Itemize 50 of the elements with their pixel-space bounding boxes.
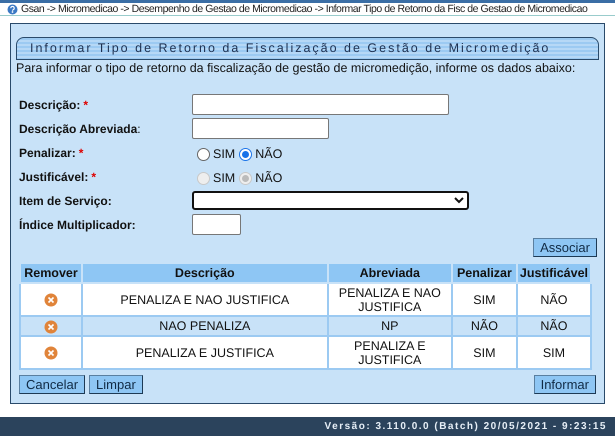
label-colon: : — [137, 120, 141, 138]
input-field[interactable] — [192, 214, 241, 235]
required-mark: * — [78, 144, 84, 162]
remove-icon[interactable] — [44, 293, 58, 308]
chevron-icon — [454, 197, 464, 204]
table-cell: PENALIZA E NAO JUSTIFICA — [328, 283, 452, 316]
intro-text: Para informar o tipo de retorno da fiscalização de gestão de micromedição, informe os dados abaixo: — [16, 62, 576, 74]
column-header: Penalizar — [452, 262, 517, 284]
table-cell: NAO PENALIZA — [82, 316, 328, 336]
radio-button[interactable] — [197, 148, 210, 160]
table-cell: SIM — [516, 336, 591, 370]
form-button[interactable]: Limpar — [89, 375, 143, 394]
table-cell: NÃO — [516, 283, 591, 316]
remove-icon[interactable] — [44, 346, 58, 360]
radio-label: NÃO — [255, 170, 282, 187]
title-bar: Informar Tipo de Retorno da Fiscalização de Gestão de Micromedição — [16, 37, 599, 60]
input-field[interactable] — [192, 94, 449, 115]
table-cell: PENALIZA E JUSTIFICA — [328, 336, 452, 370]
field-label: Justificável: — [19, 168, 88, 186]
column-header: Remover — [20, 262, 82, 284]
field-label: Item de Serviço: — [19, 192, 112, 210]
field-label: Descrição: — [19, 96, 80, 114]
radio-button[interactable] — [239, 148, 252, 160]
input-field[interactable] — [192, 118, 329, 139]
column-header: Abreviada — [328, 262, 452, 284]
table-cell: NÃO — [516, 316, 591, 336]
table-cell: NP — [328, 316, 452, 336]
table-cell: SIM — [452, 283, 517, 316]
field-label: Descrição Abreviada — [19, 120, 138, 138]
column-header: Justificável — [516, 262, 591, 284]
submit-button[interactable]: Informar — [534, 375, 596, 394]
remove-icon[interactable] — [44, 320, 58, 334]
radio-label: SIM — [213, 146, 236, 163]
version-bar: Versão: 3.110.0.0 (Batch) 20/05/2021 - 9:23:15 — [0, 417, 615, 436]
table-cell: PENALIZA E NAO JUSTIFICA — [82, 283, 328, 316]
table-cell: PENALIZA E JUSTIFICA — [82, 336, 328, 370]
field-label: Penalizar: — [19, 144, 76, 162]
radio-label: NÃO — [255, 146, 282, 163]
radio-label: SIM — [213, 170, 236, 187]
required-mark: * — [91, 168, 96, 186]
help-icon — [7, 4, 18, 14]
dropdown[interactable] — [192, 191, 469, 210]
table-cell: NÃO — [452, 316, 517, 336]
form-button[interactable]: Cancelar — [19, 375, 86, 394]
breadcrumb: Gsan -> Micromedicao -> Desempenho de Gestao de Micromedicao -> Informar Tipo de Retorno da Fisc de Gestao de Micromedicao — [21, 4, 588, 14]
table-cell: SIM — [452, 336, 517, 370]
associate-button[interactable]: Associar — [533, 238, 597, 256]
required-mark: * — [83, 96, 88, 114]
field-label: Índice Multiplicador: — [19, 216, 136, 234]
column-header: Descrição — [82, 262, 328, 284]
